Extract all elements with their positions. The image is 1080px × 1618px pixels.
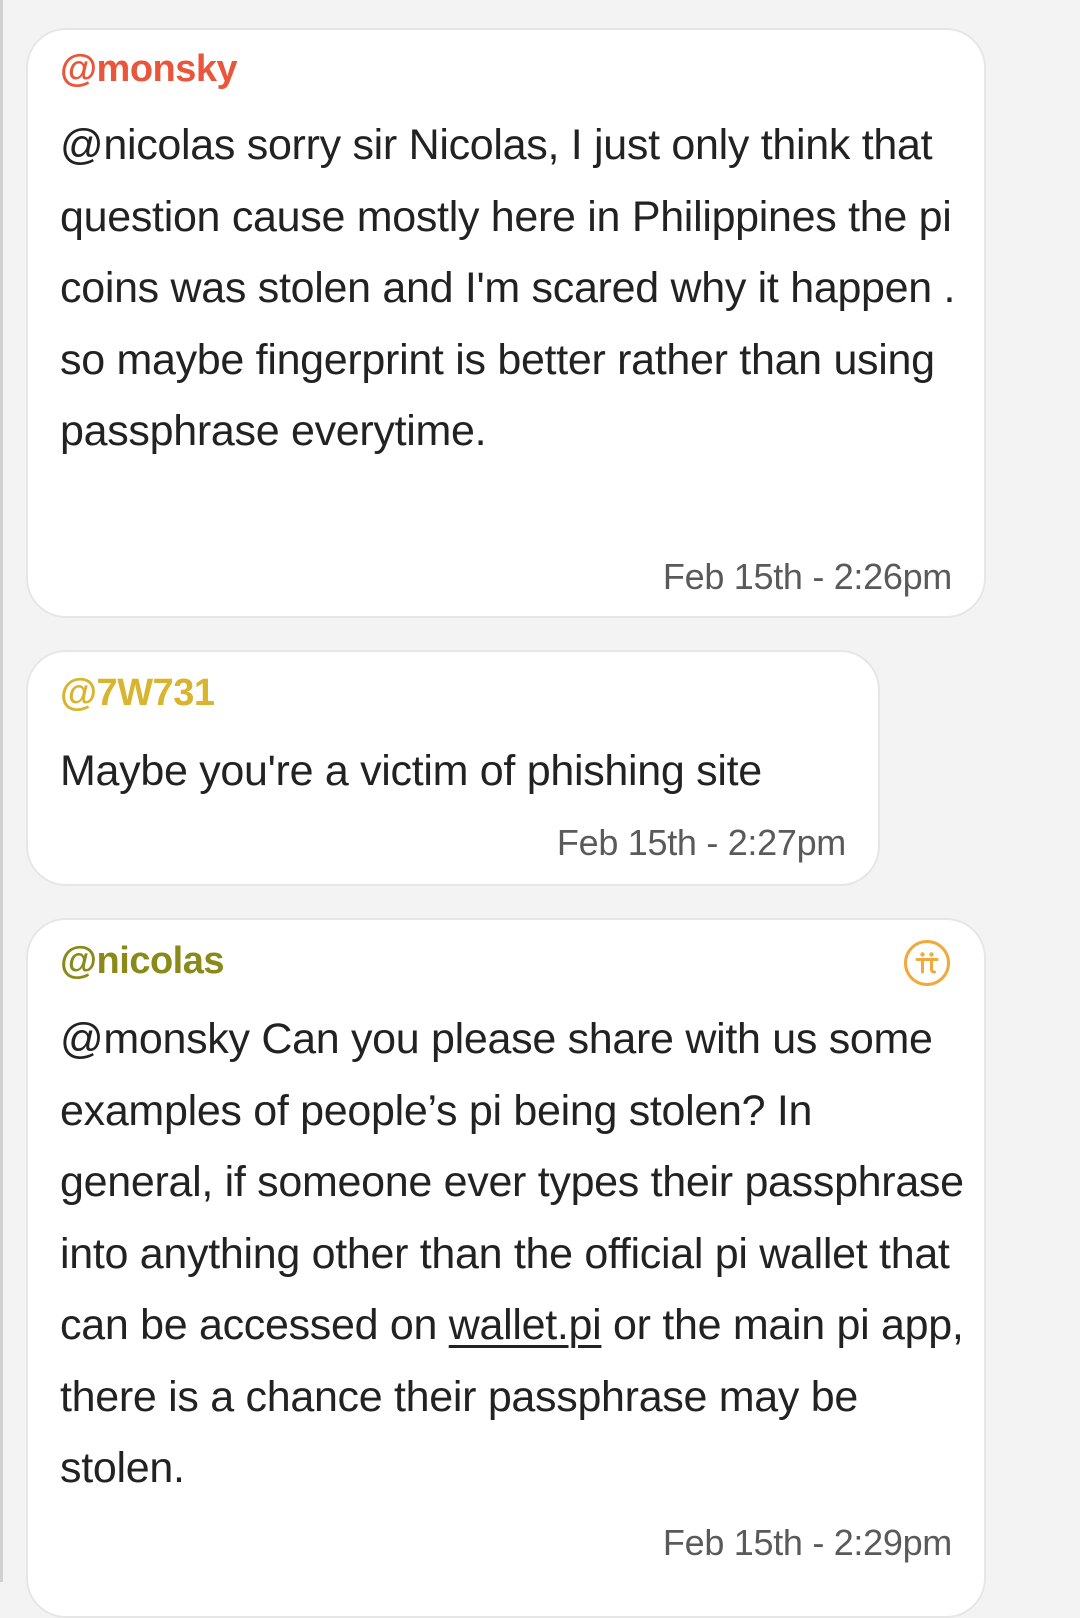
chat-thread[interactable]: @monsky @nicolas sorry sir Nicolas, I ju… <box>0 0 1080 1618</box>
message-text: @monsky Can you please share with us som… <box>60 1004 965 1505</box>
message-timestamp: Feb 15th - 2:26pm <box>662 556 952 597</box>
wallet-link[interactable]: wallet.pi <box>449 1301 602 1349</box>
chat-message[interactable]: @nicolas @monsky Can you please share wi… <box>26 918 986 1618</box>
message-text-part: @monsky Can you please share with us som… <box>60 1015 964 1349</box>
message-timestamp: Feb 15th - 2:29pm <box>662 1522 952 1563</box>
chat-message[interactable]: @7W731 Maybe you're a victim of phishing… <box>26 650 880 886</box>
message-sender[interactable]: @nicolas <box>60 940 225 983</box>
message-sender[interactable]: @monsky <box>60 48 238 91</box>
pi-logo-icon <box>904 940 950 986</box>
message-sender[interactable]: @7W731 <box>60 672 215 715</box>
chat-message[interactable]: @monsky @nicolas sorry sir Nicolas, I ju… <box>26 28 986 618</box>
message-text: @nicolas sorry sir Nicolas, I just only … <box>60 121 956 455</box>
pi-symbol-icon <box>915 952 939 974</box>
message-timestamp: Feb 15th - 2:27pm <box>556 822 846 863</box>
message-text: Maybe you're a victim of phishing site <box>60 747 762 795</box>
